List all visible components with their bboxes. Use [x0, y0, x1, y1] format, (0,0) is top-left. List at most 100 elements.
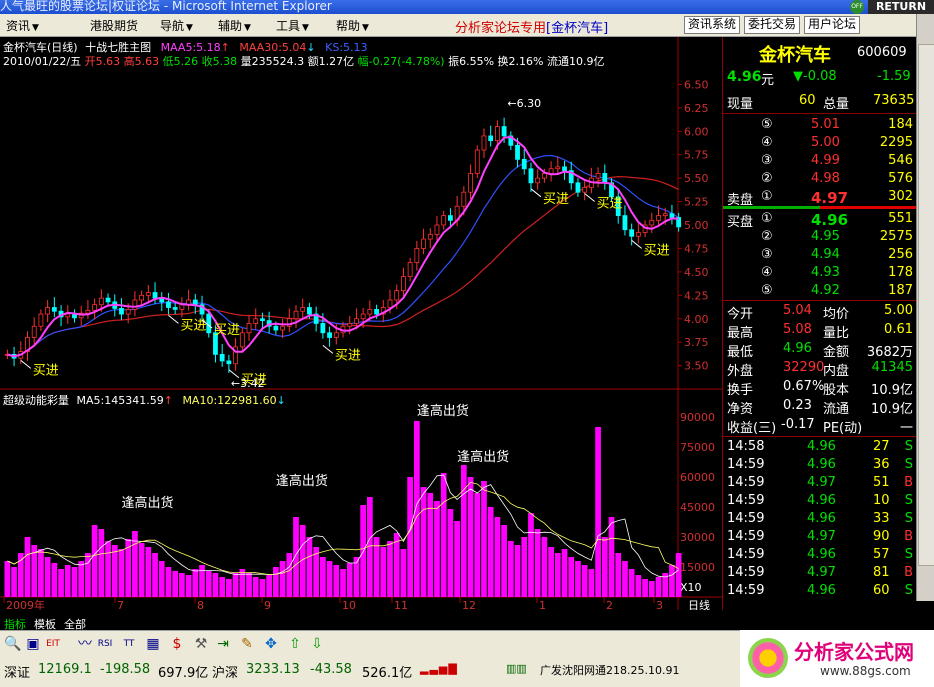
candle-body — [132, 299, 138, 310]
sell-level-row[interactable]: 卖盘 ① 4.97 302 — [723, 189, 917, 208]
volume-bar — [447, 509, 454, 597]
candle-body — [145, 292, 151, 296]
forum-button[interactable]: 用户论坛 — [804, 16, 861, 34]
volume-bar — [420, 487, 427, 597]
menu-assist[interactable]: 辅助 ▼ — [218, 17, 251, 34]
tools-icon[interactable]: ⚒ — [192, 635, 210, 653]
time-tick-label: 3 — [656, 599, 663, 610]
off-badge[interactable]: OFF — [850, 0, 864, 14]
buy-volume: 178 — [888, 265, 913, 280]
tick-price: 4.96 — [807, 457, 836, 472]
hs-index: 3233.13 — [246, 662, 300, 677]
volume-bar — [219, 577, 226, 597]
arrow-up-icon[interactable]: ⇧ — [286, 635, 304, 653]
chart-legend-bar: 2010/01/22/五 开5.63 高5.63 低5.26 收5.38 量23… — [3, 55, 605, 68]
candle-body — [280, 325, 285, 331]
export-icon[interactable]: ⇥ — [214, 635, 232, 653]
kline-chart[interactable]: 6.50 6.25 6.00 5.75 5.50 5.25 5.00 4.75 4.50 4.25… — [0, 37, 722, 610]
scrollbar-thumb[interactable] — [918, 44, 934, 566]
period-label: 日线 — [688, 598, 710, 610]
trade-button[interactable]: 委托交易 — [744, 16, 801, 34]
candle-body — [629, 229, 635, 237]
tick-time: 14:59 — [727, 475, 765, 490]
volume-bar — [467, 477, 474, 597]
stat-label: 流通 — [823, 402, 850, 417]
tt-icon[interactable]: TT — [120, 635, 138, 653]
volume-bar — [407, 477, 413, 597]
return-button[interactable]: RETURN — [868, 0, 934, 14]
stat-label: 净资 — [727, 402, 754, 417]
info-system-button[interactable]: 资讯系统 — [684, 16, 741, 34]
volume-bar — [581, 565, 588, 597]
kline-chart-area[interactable]: 6.50 6.25 6.00 5.75 5.50 5.25 5.00 4.75 4.50 4.25… — [0, 37, 722, 610]
volume-bar — [105, 541, 111, 597]
tick-row: 14:59 4.96 33 S — [723, 511, 917, 529]
level-marker: ③ — [761, 247, 773, 262]
level-marker: ① — [761, 211, 773, 226]
menu-info[interactable]: 资讯 ▼ — [6, 17, 39, 34]
connection-info: 广发沈阳网通218.25.10.91 — [540, 664, 680, 677]
rsi-icon[interactable]: RSI — [96, 635, 114, 653]
volume-bar — [71, 567, 78, 597]
buy-signal-arrow — [20, 359, 32, 369]
low-price-marker: ←3.42 — [231, 377, 265, 390]
network-icon: ▥▥ — [506, 662, 527, 675]
line-chart-icon[interactable]: 〰 — [76, 635, 94, 653]
candle-body — [595, 173, 601, 179]
buy-level-row[interactable]: 买盘 ① 4.96 551 — [723, 211, 917, 230]
bottom-tabs: 指标 模板 全部 — [0, 615, 916, 631]
sell-price: 5.01 — [811, 117, 840, 132]
candle-body — [347, 323, 353, 327]
volume-bar — [628, 569, 635, 597]
sell-level-row[interactable]: ② 4.98 576 — [723, 171, 917, 189]
move-icon[interactable]: ✥ — [262, 635, 280, 653]
arrow-down-icon[interactable]: ⇩ — [308, 635, 326, 653]
pencil-icon[interactable]: ✎ — [238, 635, 256, 653]
volume-tick-label: 15000 — [680, 561, 715, 574]
candle-body — [38, 313, 44, 327]
tick-row: 14:59 4.97 81 B — [723, 565, 917, 583]
vertical-scrollbar[interactable] — [916, 14, 934, 601]
menu-help[interactable]: 帮助 ▼ — [336, 17, 369, 34]
buy-level-row[interactable]: ③ 4.94 256 — [723, 247, 917, 265]
f10-icon[interactable]: EIT — [44, 635, 62, 653]
dollar-icon[interactable]: $ — [168, 635, 186, 653]
volume-bar — [246, 573, 252, 597]
candle-body — [474, 149, 480, 174]
search-icon[interactable]: 🔍 — [4, 635, 22, 653]
volume-annotation: 逢高出货 — [417, 403, 469, 419]
buy-level-row[interactable]: ④ 4.93 178 — [723, 265, 917, 283]
menu-hk-futures[interactable]: 港股期货 — [90, 17, 140, 34]
tick-volume: 60 — [873, 583, 890, 598]
volume-bar — [185, 575, 192, 597]
buy-label: 买盘 — [727, 215, 754, 230]
tick-volume: 10 — [873, 493, 890, 508]
buy-level-row[interactable]: ⑤ 4.92 187 — [723, 283, 917, 301]
tick-volume: 81 — [873, 565, 890, 580]
volume-bar — [78, 561, 85, 597]
candle-body — [367, 308, 373, 315]
price-tick-label: 4.25 — [684, 289, 709, 302]
menu-tools[interactable]: 工具 ▼ — [276, 17, 309, 34]
sell-level-row[interactable]: ③ 4.99 546 — [723, 153, 917, 171]
grid-icon[interactable]: ▦ — [144, 635, 162, 653]
volume-tick-label: 60000 — [680, 471, 715, 484]
volume-legend: 超级动能彩量 MA5:145341.59↑ MA10:122981.60↓ — [3, 394, 286, 407]
monitor-icon[interactable]: ▣ — [24, 635, 42, 653]
candle-body — [98, 297, 104, 306]
volume-tick-label: 45000 — [680, 501, 715, 514]
menu-navigation[interactable]: 导航 ▼ — [160, 17, 193, 34]
volume-bar — [346, 563, 353, 597]
sell-level-row[interactable]: ④ 5.00 2295 — [723, 135, 917, 153]
tick-time: 14:59 — [727, 511, 765, 526]
volume-unit-label: X10 — [680, 581, 702, 594]
volume-bar — [286, 553, 293, 597]
candle-body — [434, 224, 440, 235]
buy-level-row[interactable]: ② 4.95 2575 — [723, 229, 917, 247]
sell-level-row[interactable]: ⑤ 5.01 184 — [723, 117, 917, 135]
volume-bar — [38, 549, 44, 597]
candle-body — [219, 353, 225, 362]
volume-bar — [152, 553, 158, 597]
volume-bar — [145, 547, 152, 597]
stat-label: 内盘 — [823, 364, 850, 379]
